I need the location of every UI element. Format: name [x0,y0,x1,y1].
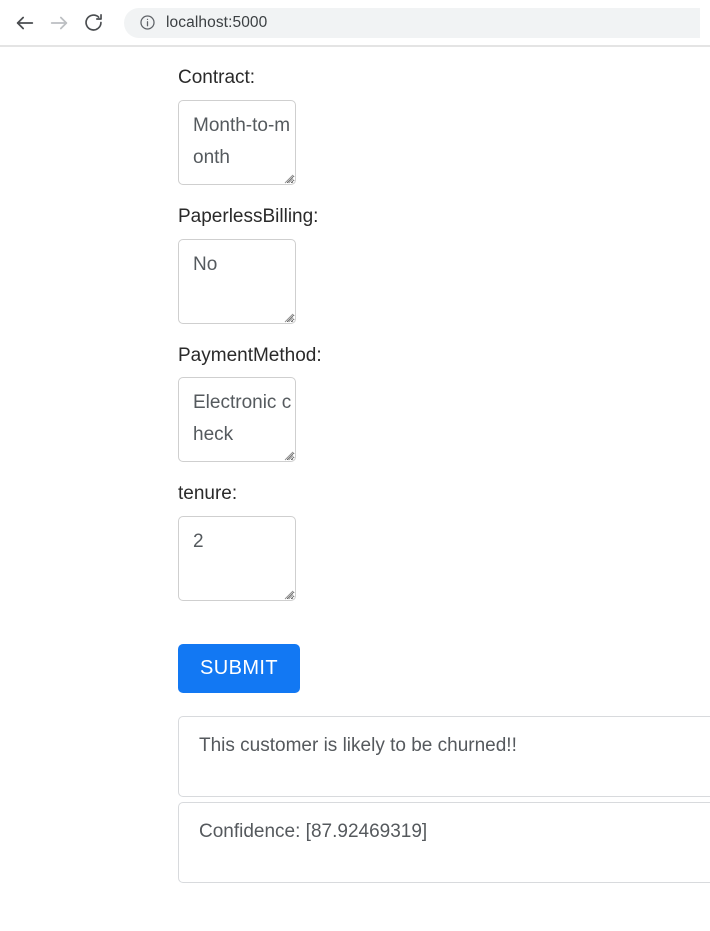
payment-method-label: PaymentMethod: [178,344,322,366]
back-button[interactable] [8,6,42,40]
contract-input[interactable] [178,99,296,185]
reload-button[interactable] [76,6,110,40]
forward-button[interactable] [42,6,76,40]
paperless-billing-input[interactable] [178,238,296,324]
address-bar[interactable]: localhost:5000 [124,7,700,38]
field-payment-method: PaymentMethod: [178,345,710,468]
reload-icon [83,12,104,33]
arrow-right-icon [48,12,70,34]
field-tenure: tenure: [178,483,710,606]
browser-toolbar: localhost:5000 [0,0,710,47]
tenure-input-wrap [178,516,296,602]
submit-button[interactable]: SUBMIT [178,644,300,694]
churn-prediction-form: Contract: PaperlessBilling: [0,47,710,884]
address-bar-url[interactable]: localhost:5000 [166,14,267,32]
contract-label: Contract: [178,67,256,88]
field-paperless-billing: PaperlessBilling: [178,206,710,329]
payment-method-input-wrap [178,377,296,463]
results-section: This customer is likely to be churned!! … [178,716,710,884]
contract-input-wrap [178,99,296,185]
paperless-billing-label: PaperlessBilling: [178,205,319,227]
field-contract: Contract: [178,67,710,190]
paperless-billing-input-wrap [178,238,296,324]
arrow-left-icon [14,12,36,34]
confidence-result: Confidence: [87.92469319] [178,802,710,884]
tenure-label: tenure: [178,483,238,505]
tenure-input[interactable] [178,516,296,602]
prediction-result: This customer is likely to be churned!! [178,716,710,798]
info-circle-icon[interactable] [137,13,157,33]
payment-method-input[interactable] [178,377,296,463]
